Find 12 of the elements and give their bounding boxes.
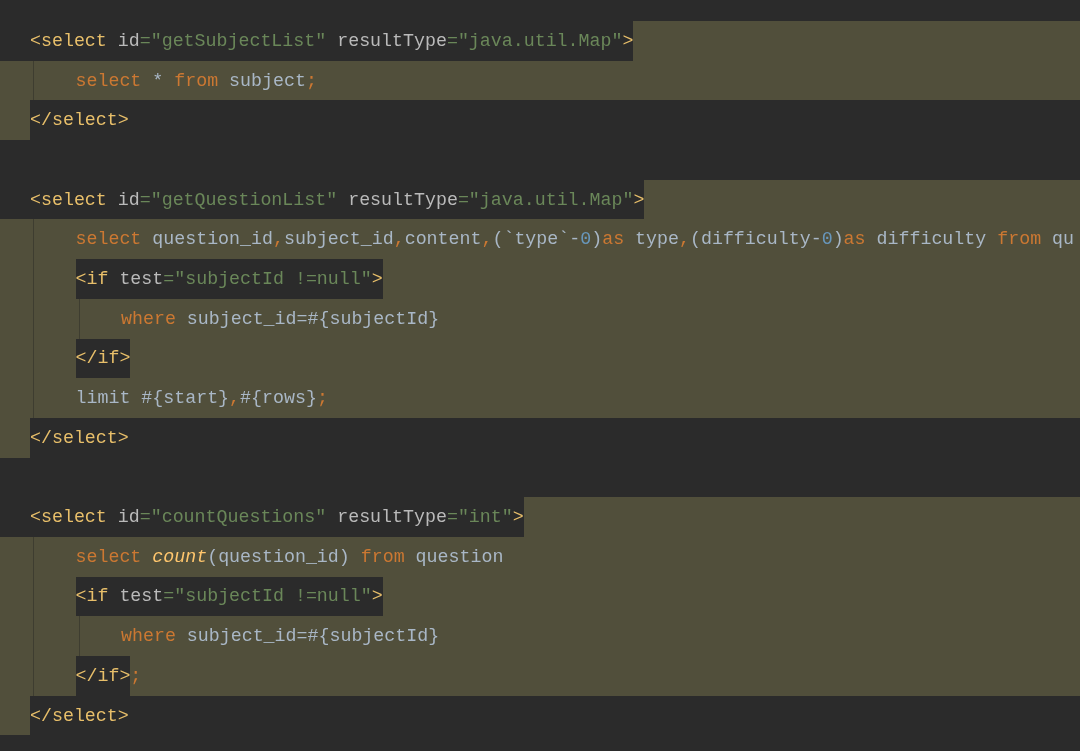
code-text: </select> (30, 417, 129, 458)
code-text: <if test="subjectId !=null"> (75, 576, 383, 617)
code-text: select * from subject; (75, 60, 317, 101)
code-text: </select> (30, 100, 129, 141)
code-text: </select> (30, 695, 129, 736)
code-text: <select id="getQuestionList" resultType="java.util.Map"> (30, 179, 645, 220)
code-text: <if test="subjectId !=null"> (75, 259, 383, 299)
code-text: select question_id,subject_id,content,(`type`-0)as type,(difficulty-0)as difficulty from qu (75, 219, 1075, 260)
code-text: select count(question_id) from question (75, 536, 504, 577)
code-text: <select id="countQuestions" resultType="int"> (30, 497, 524, 537)
code-text: </if> (75, 338, 131, 379)
code-text: <select id="getSubjectList" resultType="java.util.Map"> (30, 21, 634, 61)
